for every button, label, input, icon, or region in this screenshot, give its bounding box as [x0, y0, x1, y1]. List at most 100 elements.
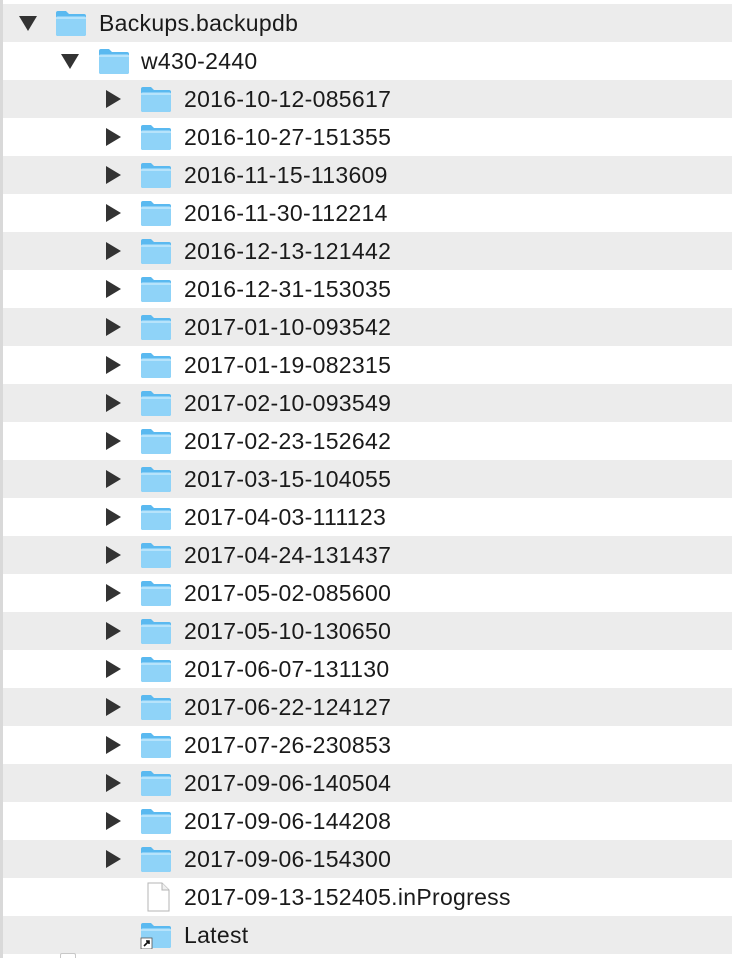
- tree-row-label: 2017-09-06-140504: [184, 770, 392, 796]
- disclosure-triangle-collapsed-icon[interactable]: [106, 166, 121, 184]
- tree-row-label: 2017-09-06-144208: [184, 808, 392, 834]
- partial-next-row-icon: [60, 953, 76, 958]
- disclosure-triangle-collapsed-icon[interactable]: [106, 470, 121, 488]
- disclosure-triangle-collapsed-icon[interactable]: [106, 736, 121, 754]
- folder-icon: [140, 731, 172, 759]
- tree-row-snapshot[interactable]: 2017-01-10-093542: [3, 308, 732, 346]
- document-icon: [142, 882, 174, 912]
- disclosure-triangle-collapsed-icon[interactable]: [106, 698, 121, 716]
- tree-row-label: 2017-05-02-085600: [184, 580, 392, 606]
- folder-icon: [140, 617, 172, 645]
- folder-icon: [140, 313, 172, 341]
- disclosure-triangle-collapsed-icon[interactable]: [106, 242, 121, 260]
- folder-icon: [140, 199, 172, 227]
- folder-icon: [140, 275, 172, 303]
- disclosure-triangle-collapsed-icon[interactable]: [106, 128, 121, 146]
- folder-icon: [140, 807, 172, 835]
- folder-icon: [140, 123, 172, 151]
- disclosure-triangle-collapsed-icon[interactable]: [106, 508, 121, 526]
- disclosure-triangle-collapsed-icon[interactable]: [106, 90, 121, 108]
- tree-row-snapshot[interactable]: 2017-04-03-111123: [3, 498, 732, 536]
- file-tree-list: Backups.backupdb w430-2440 2016-10-12-08…: [3, 4, 732, 954]
- disclosure-triangle-collapsed-icon[interactable]: [106, 204, 121, 222]
- folder-icon: [140, 769, 172, 797]
- folder-icon: [140, 693, 172, 721]
- tree-row-snapshot[interactable]: 2017-01-19-082315: [3, 346, 732, 384]
- tree-row-snapshot[interactable]: 2017-02-10-093549: [3, 384, 732, 422]
- disclosure-triangle-collapsed-icon[interactable]: [106, 850, 121, 868]
- tree-row-label: w430-2440: [141, 48, 258, 74]
- tree-row-backups-backupdb[interactable]: Backups.backupdb: [3, 4, 732, 42]
- tree-row-label: 2017-04-03-111123: [184, 504, 387, 530]
- tree-row-snapshot[interactable]: 2017-05-02-085600: [3, 574, 732, 612]
- folder-alias-icon: [140, 921, 172, 950]
- tree-row-label: 2016-11-15-113609: [184, 162, 388, 188]
- tree-row-label: 2017-07-26-230853: [184, 732, 392, 758]
- disclosure-triangle-collapsed-icon[interactable]: [106, 318, 121, 336]
- tree-row-label: 2017-02-10-093549: [184, 390, 392, 416]
- tree-row-snapshot[interactable]: 2016-10-27-151355: [3, 118, 732, 156]
- tree-row-label: 2016-12-31-153035: [184, 276, 392, 302]
- disclosure-triangle-collapsed-icon[interactable]: [106, 394, 121, 412]
- tree-row-snapshot[interactable]: 2017-02-23-152642: [3, 422, 732, 460]
- disclosure-triangle-collapsed-icon[interactable]: [106, 622, 121, 640]
- folder-icon: [140, 655, 172, 683]
- folder-icon: [140, 541, 172, 569]
- tree-row-label: 2017-01-19-082315: [184, 352, 392, 378]
- tree-row-snapshot[interactable]: 2017-03-15-104055: [3, 460, 732, 498]
- tree-row-snapshot[interactable]: 2016-12-13-121442: [3, 232, 732, 270]
- disclosure-triangle-collapsed-icon[interactable]: [106, 812, 121, 830]
- tree-row-snapshot[interactable]: 2017-05-10-130650: [3, 612, 732, 650]
- tree-row-w430-2440[interactable]: w430-2440: [3, 42, 732, 80]
- disclosure-triangle-expanded-icon[interactable]: [19, 16, 37, 31]
- tree-row-label: 2016-11-30-112214: [184, 200, 388, 226]
- tree-row-in-progress[interactable]: 2017-09-13-152405.inProgress: [3, 878, 732, 916]
- folder-icon: [98, 47, 130, 75]
- folder-icon: [140, 845, 172, 873]
- tree-row-snapshot[interactable]: 2017-04-24-131437: [3, 536, 732, 574]
- tree-row-snapshot[interactable]: 2017-09-06-140504: [3, 764, 732, 802]
- tree-row-label: 2017-05-10-130650: [184, 618, 392, 644]
- tree-row-label: 2017-09-06-154300: [184, 846, 392, 872]
- tree-row-label: 2016-12-13-121442: [184, 238, 392, 264]
- tree-row-label: 2017-01-10-093542: [184, 314, 392, 340]
- folder-icon: [140, 237, 172, 265]
- tree-row-snapshot[interactable]: 2017-06-22-124127: [3, 688, 732, 726]
- folder-icon: [140, 389, 172, 417]
- disclosure-triangle-collapsed-icon[interactable]: [106, 356, 121, 374]
- folder-icon: [140, 579, 172, 607]
- tree-row-snapshot[interactable]: 2016-11-30-112214: [3, 194, 732, 232]
- folder-icon: [140, 503, 172, 531]
- tree-row-label: 2017-09-13-152405.inProgress: [184, 884, 511, 910]
- tree-row-label: 2016-10-12-085617: [184, 86, 392, 112]
- tree-row-label: 2017-03-15-104055: [184, 466, 392, 492]
- disclosure-triangle-collapsed-icon[interactable]: [106, 432, 121, 450]
- folder-icon: [140, 351, 172, 379]
- tree-row-label: 2017-04-24-131437: [184, 542, 392, 568]
- tree-row-label: 2017-06-07-131130: [184, 656, 390, 682]
- tree-row-latest[interactable]: Latest: [3, 916, 732, 954]
- tree-row-label: Backups.backupdb: [99, 10, 299, 36]
- folder-icon: [140, 465, 172, 493]
- disclosure-triangle-collapsed-icon[interactable]: [106, 774, 121, 792]
- folder-icon: [140, 427, 172, 455]
- tree-row-label: 2017-06-22-124127: [184, 694, 392, 720]
- tree-row-snapshot[interactable]: 2017-09-06-154300: [3, 840, 732, 878]
- folder-icon: [140, 85, 172, 113]
- tree-row-snapshot[interactable]: 2017-07-26-230853: [3, 726, 732, 764]
- folder-icon: [55, 9, 87, 37]
- disclosure-triangle-collapsed-icon[interactable]: [106, 584, 121, 602]
- tree-row-snapshot[interactable]: 2016-11-15-113609: [3, 156, 732, 194]
- folder-icon: [140, 161, 172, 189]
- tree-row-label: 2016-10-27-151355: [184, 124, 392, 150]
- disclosure-triangle-collapsed-icon[interactable]: [106, 280, 121, 298]
- disclosure-triangle-collapsed-icon[interactable]: [106, 660, 121, 678]
- tree-row-snapshot[interactable]: 2016-12-31-153035: [3, 270, 732, 308]
- disclosure-triangle-expanded-icon[interactable]: [61, 54, 79, 69]
- tree-row-snapshot[interactable]: 2017-09-06-144208: [3, 802, 732, 840]
- tree-row-snapshot[interactable]: 2017-06-07-131130: [3, 650, 732, 688]
- tree-row-label: Latest: [184, 922, 249, 948]
- disclosure-triangle-collapsed-icon[interactable]: [106, 546, 121, 564]
- tree-row-snapshot[interactable]: 2016-10-12-085617: [3, 80, 732, 118]
- tree-row-label: 2017-02-23-152642: [184, 428, 392, 454]
